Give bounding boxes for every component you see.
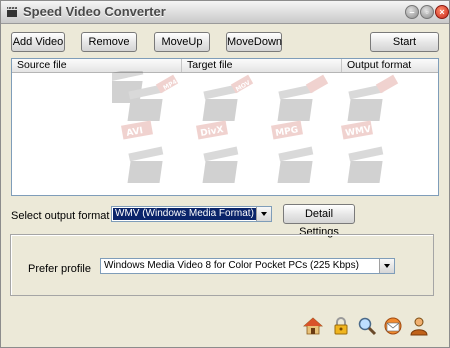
window-title: Speed Video Converter — [23, 4, 166, 19]
profile-panel: Prefer profile Windows Media Video 8 for… — [10, 234, 434, 296]
chevron-down-icon[interactable] — [379, 259, 394, 273]
output-format-select[interactable]: WMV (Windows Media Format) — [111, 206, 272, 222]
maximize-button[interactable]: ▫ — [420, 5, 434, 19]
detail-settings-button[interactable]: Detail Settings — [283, 204, 355, 238]
add-video-button[interactable]: Add Video — [11, 32, 65, 52]
main-window: Speed Video Converter – ▫ × Add Video Re… — [0, 0, 450, 348]
minimize-icon: – — [409, 7, 415, 17]
chevron-down-icon[interactable] — [256, 207, 271, 221]
file-list[interactable]: Source file Target file Output format MP… — [11, 58, 439, 196]
watermark-clap-5 — [127, 146, 164, 183]
prefer-profile-label: Prefer profile — [28, 263, 91, 275]
watermark-clap-2 — [202, 84, 239, 121]
mail-icon[interactable] — [383, 316, 403, 336]
profile-select[interactable]: Windows Media Video 8 for Color Pocket P… — [100, 258, 395, 274]
title-bar[interactable]: Speed Video Converter – ▫ × — [1, 1, 449, 24]
search-icon[interactable] — [357, 316, 377, 336]
profile-value: Windows Media Video 8 for Color Pocket P… — [104, 260, 359, 271]
format-watermark: MP4 MOV AVI DivX MPG WMV — [112, 71, 399, 183]
move-up-button[interactable]: MoveUp — [154, 32, 210, 52]
watermark-clap-4 — [347, 84, 384, 121]
lock-icon[interactable] — [331, 316, 351, 336]
clapperboard-icon — [7, 6, 17, 17]
watermark-clap-6 — [202, 146, 239, 183]
watermark-clap-7 — [277, 146, 314, 183]
user-icon[interactable] — [409, 316, 429, 336]
home-icon[interactable] — [303, 316, 323, 336]
output-format-value: WMV (Windows Media Format) — [113, 208, 256, 220]
remove-button[interactable]: Remove — [81, 32, 137, 52]
start-button[interactable]: Start — [370, 32, 439, 52]
close-icon: × — [439, 7, 445, 17]
maximize-icon: ▫ — [425, 7, 429, 17]
close-button[interactable]: × — [435, 5, 449, 19]
watermark-clap-8 — [347, 146, 384, 183]
watermark-clap-3 — [277, 84, 314, 121]
move-down-button[interactable]: MoveDown — [226, 32, 282, 52]
minimize-button[interactable]: – — [405, 5, 419, 19]
watermark-avi: AVI — [126, 126, 144, 139]
output-format-label: Select output format — [11, 210, 110, 222]
